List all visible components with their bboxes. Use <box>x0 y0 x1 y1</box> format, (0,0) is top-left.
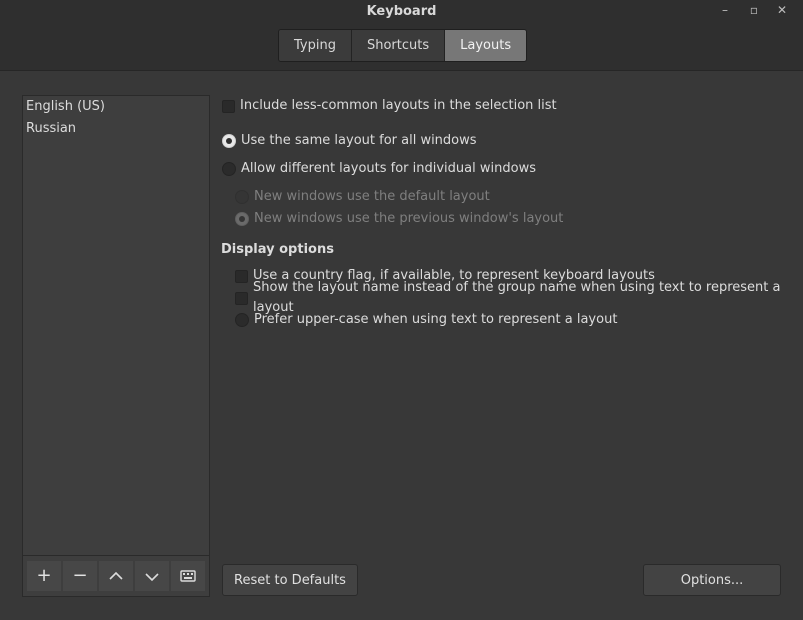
country-flag-checkbox[interactable] <box>235 269 248 283</box>
restore-icon[interactable]: ▫ <box>745 2 763 20</box>
tab-layouts[interactable]: Layouts <box>445 30 527 61</box>
upper-case-row[interactable]: Prefer upper-case when using text to rep… <box>235 310 617 330</box>
title-bar: Keyboard – ▫ ✕ Typing Shortcuts Layouts <box>0 0 803 71</box>
new-previous-radio <box>235 212 249 226</box>
show-layout-button[interactable] <box>171 561 205 591</box>
same-layout-row[interactable]: Use the same layout for all windows <box>222 131 477 151</box>
layout-list-toolbar: + − <box>22 556 210 597</box>
list-item[interactable]: Russian <box>23 118 209 140</box>
new-previous-row: New windows use the previous window's la… <box>235 209 563 229</box>
add-layout-button[interactable]: + <box>27 561 61 591</box>
different-layouts-label: Allow different layouts for individual w… <box>241 161 536 176</box>
include-less-common-row[interactable]: Include less-common layouts in the selec… <box>222 96 557 116</box>
layout-name-checkbox[interactable] <box>235 291 248 305</box>
window-title: Keyboard <box>366 4 437 19</box>
same-layout-label: Use the same layout for all windows <box>241 133 477 148</box>
layout-list: English (US) Russian <box>22 95 210 556</box>
new-default-row: New windows use the default layout <box>235 187 490 207</box>
move-down-button[interactable] <box>135 561 169 591</box>
display-options-heading: Display options <box>221 242 334 257</box>
close-icon[interactable]: ✕ <box>773 2 791 20</box>
remove-layout-button[interactable]: − <box>63 561 97 591</box>
chevron-down-icon <box>145 573 159 582</box>
list-item[interactable]: English (US) <box>23 96 209 118</box>
minimize-icon[interactable]: – <box>716 2 734 20</box>
different-layouts-row[interactable]: Allow different layouts for individual w… <box>222 159 536 179</box>
new-previous-label: New windows use the previous window's la… <box>254 211 564 226</box>
new-default-radio <box>235 190 249 204</box>
include-less-common-checkbox[interactable] <box>222 99 235 113</box>
different-layouts-radio[interactable] <box>222 162 236 176</box>
new-default-label: New windows use the default layout <box>254 189 490 204</box>
tab-bar: Typing Shortcuts Layouts <box>278 29 528 62</box>
same-layout-radio[interactable] <box>222 134 236 148</box>
keyboard-icon <box>180 570 196 582</box>
upper-case-label: Prefer upper-case when using text to rep… <box>254 312 618 327</box>
tab-typing[interactable]: Typing <box>279 30 352 61</box>
tab-shortcuts[interactable]: Shortcuts <box>351 30 446 61</box>
reset-to-defaults-button[interactable]: Reset to Defaults <box>222 564 358 596</box>
chevron-up-icon <box>109 571 123 580</box>
move-up-button[interactable] <box>99 561 133 591</box>
layout-name-row[interactable]: Show the layout name instead of the grou… <box>235 280 803 315</box>
upper-case-radio[interactable] <box>235 313 249 327</box>
options-button[interactable]: Options... <box>643 564 781 596</box>
include-less-common-label: Include less-common layouts in the selec… <box>240 98 557 113</box>
